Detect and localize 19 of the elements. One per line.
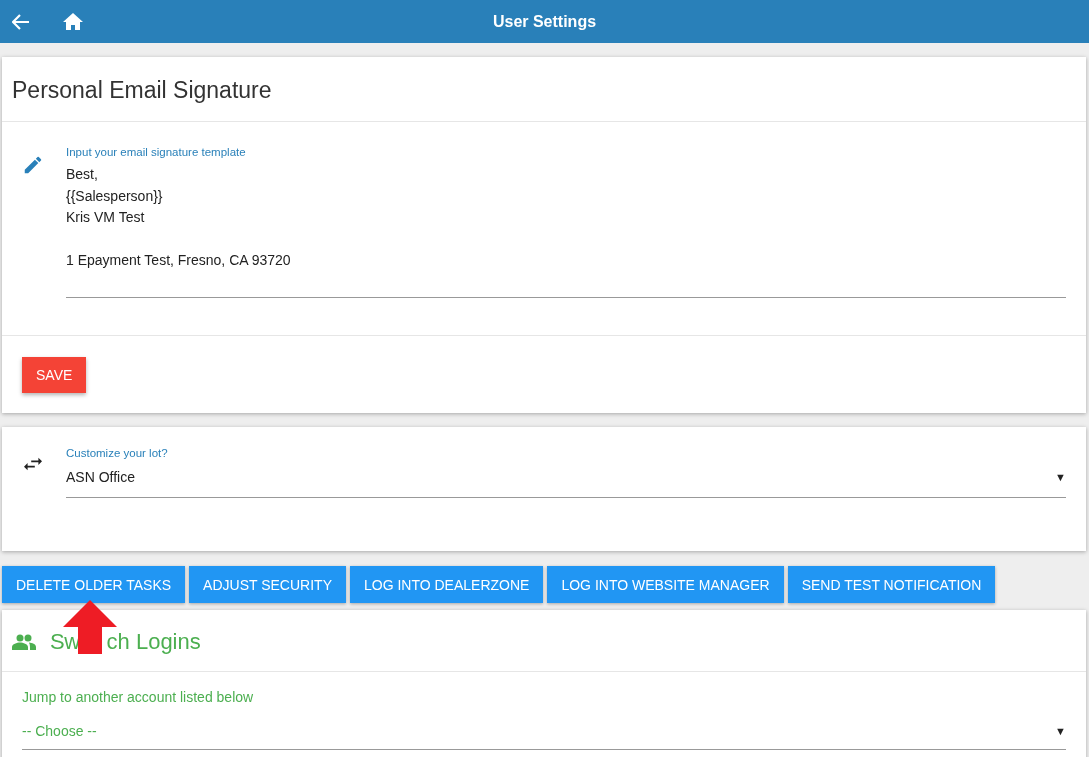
- people-icon: [12, 633, 36, 650]
- card-title: ch Logins: [106, 629, 201, 654]
- account-select[interactable]: -- Choose -- ▼: [22, 718, 1066, 750]
- field-label: Customize your lot?: [66, 446, 168, 459]
- field-label: Input your email signature template: [66, 146, 246, 158]
- action-button[interactable]: DELETE OLDER TASKS: [2, 565, 186, 603]
- pencil-icon: [22, 154, 44, 176]
- signature-field[interactable]: Best, {{Salesperson}} Kris VM Test 1 Epayment Test, Fresno, CA 93720: [66, 164, 1066, 298]
- home-icon[interactable]: [63, 11, 83, 32]
- card-title: Personal Email Signature: [2, 57, 1086, 122]
- page-title: User Settings: [492, 12, 597, 31]
- field-label: Jump to another account listed below: [21, 687, 255, 705]
- save-button[interactable]: SAVE: [22, 356, 87, 393]
- action-button[interactable]: LOG INTO DEALERZONE: [349, 565, 544, 603]
- lot-select[interactable]: ASN Office ▼: [66, 464, 1066, 498]
- action-button[interactable]: ADJUST SECURITY: [189, 565, 346, 603]
- action-button[interactable]: SEND TEST NOTIFICATION: [787, 565, 996, 603]
- action-button[interactable]: LOG INTO WEBSITE MANAGER: [547, 565, 784, 603]
- back-icon[interactable]: [11, 11, 31, 32]
